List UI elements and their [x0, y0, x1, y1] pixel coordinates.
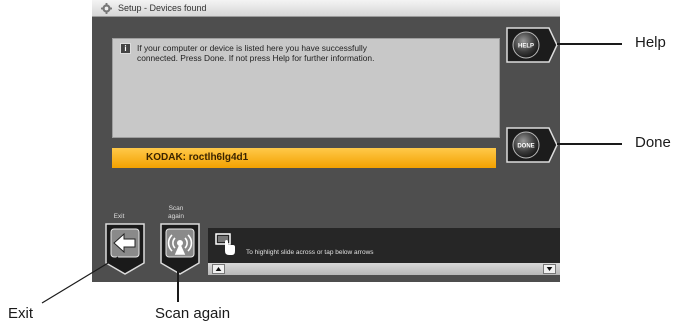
done-button-label: DONE	[517, 144, 534, 150]
done-callout-line	[557, 143, 622, 145]
help-callout-label: Help	[635, 34, 666, 51]
gear-icon	[101, 3, 112, 14]
page-title: Setup - Devices found	[118, 3, 207, 13]
done-callout-label: Done	[635, 134, 671, 151]
device-list-item[interactable]: KODAK: roctlh6lg4d1	[112, 148, 496, 168]
touch-hand-icon	[215, 233, 235, 255]
scan-again-callout-line	[177, 262, 179, 302]
help-callout-line	[557, 43, 622, 45]
hint-bar: To highlight slide across or tap below a…	[208, 228, 560, 263]
hint-text: To highlight slide across or tap below a…	[246, 249, 374, 256]
scan-again-button[interactable]	[160, 223, 200, 275]
done-button[interactable]: DONE	[505, 126, 559, 164]
scan-again-callout-label: Scan again	[155, 305, 231, 322]
exit-callout-line	[41, 256, 119, 304]
exit-caption: Exit	[113, 213, 125, 220]
triangle-down-icon	[546, 267, 553, 271]
scroll-down-button[interactable]	[543, 264, 556, 274]
message-panel: i If your computer or device is listed h…	[112, 38, 500, 138]
message-text: If your computer or device is listed her…	[137, 43, 375, 63]
scroll-up-button[interactable]	[212, 264, 225, 274]
device-name: KODAK: roctlh6lg4d1	[146, 152, 249, 163]
help-button[interactable]: HELP	[505, 26, 559, 64]
info-icon: i	[120, 43, 131, 54]
device-screen: Setup - Devices found i If your computer…	[92, 0, 560, 282]
exit-callout-label: Exit	[8, 305, 34, 322]
help-button-label: HELP	[518, 44, 534, 50]
triangle-up-icon	[215, 267, 222, 271]
scan-again-caption: Scan again	[168, 205, 184, 220]
scroll-track[interactable]	[208, 263, 560, 275]
title-bar: Setup - Devices found	[92, 0, 560, 17]
